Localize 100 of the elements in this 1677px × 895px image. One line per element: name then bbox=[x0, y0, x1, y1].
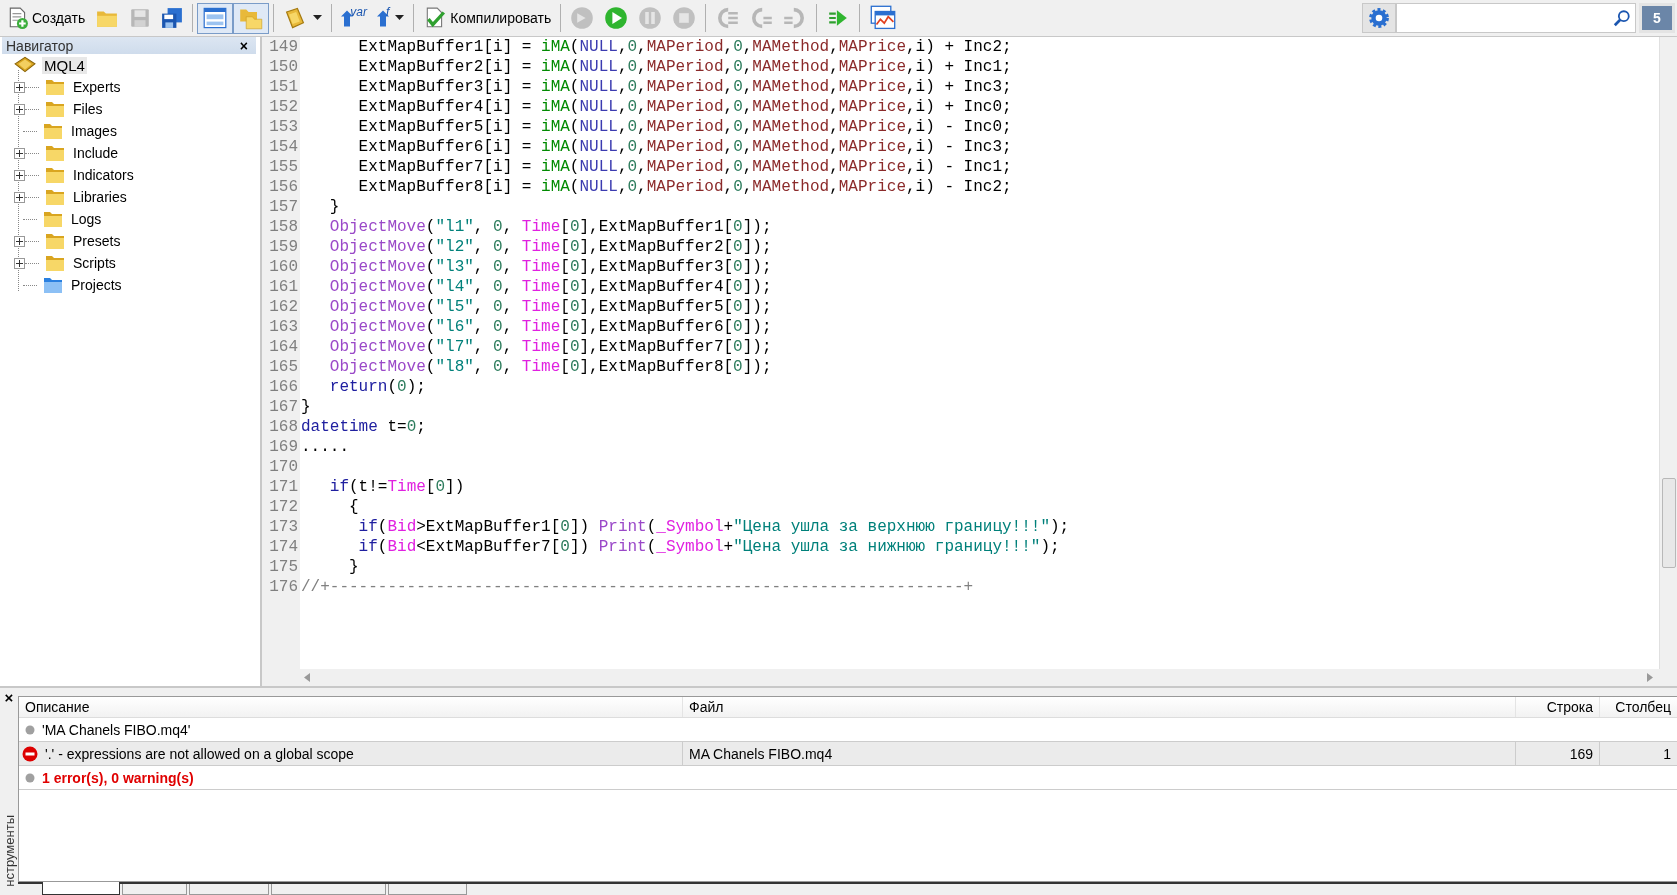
line-number: 174 bbox=[268, 537, 299, 557]
toolbar-button[interactable]: f bbox=[371, 2, 410, 34]
expand-icon[interactable] bbox=[14, 257, 25, 269]
arrow-icon bbox=[376, 9, 389, 27]
folder-icon bbox=[43, 143, 67, 163]
floppy-disks-icon bbox=[161, 7, 184, 29]
expand-icon[interactable] bbox=[14, 169, 25, 181]
tree-item[interactable]: Projects bbox=[69, 277, 124, 293]
line-number: 176 bbox=[268, 577, 299, 597]
vertical-scrollbar[interactable] bbox=[1659, 37, 1677, 669]
close-button[interactable]: × bbox=[4, 689, 14, 706]
code-line: ObjectMove("l1", 0, Time[0],ExtMapBuffer1[0]); bbox=[328, 217, 773, 237]
line-number: 171 bbox=[268, 477, 299, 497]
panel-title[interactable]: нструменты bbox=[1, 815, 17, 887]
folder-icon bbox=[41, 121, 65, 141]
code-line: if(Bid<ExtMapBuffer7[0]) Print(_Symbol+"Цена ушла за нижнюю границу!!!"); bbox=[357, 537, 1061, 557]
folder-icon bbox=[43, 253, 67, 273]
expand-icon[interactable] bbox=[14, 147, 25, 159]
column-header[interactable]: Файл bbox=[682, 697, 1515, 717]
code-line: } bbox=[328, 197, 341, 217]
folder-icon bbox=[43, 165, 67, 185]
horizontal-scrollbar[interactable] bbox=[262, 669, 1659, 686]
close-button[interactable]: × bbox=[235, 37, 252, 54]
scrollbar-thumb[interactable] bbox=[1661, 478, 1676, 568]
table-cell: 1 bbox=[1599, 742, 1677, 765]
code-line: ObjectMove("l2", 0, Time[0],ExtMapBuffer2[0]); bbox=[328, 237, 773, 257]
toolbar-button[interactable] bbox=[197, 2, 234, 34]
chart-window-icon bbox=[869, 5, 898, 31]
expand-icon[interactable] bbox=[14, 235, 25, 247]
line-number: 156 bbox=[268, 177, 299, 197]
code-line: ObjectMove("l6", 0, Time[0],ExtMapBuffer6[0]); bbox=[328, 317, 773, 337]
step-over-icon bbox=[749, 6, 774, 30]
code-line: ObjectMove("l5", 0, Time[0],ExtMapBuffer5[0]); bbox=[328, 297, 773, 317]
column-header[interactable]: Столбец bbox=[1599, 697, 1677, 717]
code-line: ExtMapBuffer6[i] = iMA(NULL,0,MAPeriod,0,MAMethod,MAPrice,i) - Inc3; bbox=[357, 137, 1013, 157]
message-text: 1 error(s), 0 warning(s) bbox=[42, 769, 194, 786]
line-number: 166 bbox=[268, 377, 299, 397]
table-cell: 169 bbox=[1515, 742, 1599, 765]
code-line: ExtMapBuffer3[i] = iMA(NULL,0,MAPeriod,0,MAMethod,MAPrice,i) + Inc3; bbox=[357, 77, 1013, 97]
code-line: ExtMapBuffer7[i] = iMA(NULL,0,MAPeriod,0,MAMethod,MAPrice,i) - Inc1; bbox=[357, 157, 1013, 177]
scroll-right-icon[interactable] bbox=[1647, 673, 1653, 682]
line-number: 173 bbox=[268, 517, 299, 537]
line-number: 167 bbox=[268, 397, 299, 417]
tab[interactable] bbox=[42, 882, 120, 895]
tree-item[interactable]: Include bbox=[71, 145, 121, 161]
settings-button[interactable] bbox=[1362, 3, 1396, 33]
toolbar-button[interactable]: var bbox=[336, 2, 372, 34]
line-number: 155 bbox=[268, 157, 299, 177]
folder-icon bbox=[43, 231, 67, 251]
play-icon bbox=[604, 6, 629, 30]
search-field[interactable] bbox=[1396, 3, 1636, 33]
tree-item[interactable]: Scripts bbox=[71, 255, 118, 271]
messages-button[interactable]: 5 bbox=[1639, 3, 1675, 33]
tree-item[interactable]: Indicators bbox=[71, 167, 136, 183]
code-line: datetime t=0; bbox=[301, 417, 427, 437]
line-number: 160 bbox=[268, 257, 299, 277]
expand-icon[interactable] bbox=[14, 81, 25, 93]
line-number: 165 bbox=[268, 357, 299, 377]
line-number: 164 bbox=[268, 337, 299, 357]
code-line: if(Bid>ExtMapBuffer1[0]) Print(_Symbol+"Цена ушла за верхнюю границу!!!"); bbox=[357, 517, 1071, 537]
tree-item[interactable]: Libraries bbox=[71, 189, 129, 205]
status-dot-icon bbox=[25, 772, 35, 783]
code-line: ..... bbox=[301, 437, 350, 457]
code-line: ObjectMove("l8", 0, Time[0],ExtMapBuffer8[0]); bbox=[328, 357, 773, 377]
line-number: 162 bbox=[268, 297, 299, 317]
tree-item[interactable]: Images bbox=[69, 123, 119, 139]
column-header[interactable]: Описание bbox=[19, 697, 682, 717]
tree-item[interactable]: Logs bbox=[69, 211, 104, 227]
pause-icon bbox=[638, 6, 663, 30]
expand-icon[interactable] bbox=[14, 103, 25, 115]
compile-button[interactable]: Компилировать bbox=[418, 2, 557, 34]
code-line: ExtMapBuffer8[i] = iMA(NULL,0,MAPeriod,0,MAMethod,MAPrice,i) - Inc2; bbox=[357, 177, 1013, 197]
tree-item[interactable]: Experts bbox=[71, 79, 123, 95]
scroll-left-icon[interactable] bbox=[304, 673, 310, 682]
code-line: ExtMapBuffer5[i] = iMA(NULL,0,MAPeriod,0,MAMethod,MAPrice,i) - Inc0; bbox=[357, 117, 1013, 137]
window-layout-icon bbox=[202, 6, 229, 30]
caret-icon bbox=[395, 15, 405, 21]
tree-item[interactable]: MQL4 bbox=[42, 56, 87, 74]
line-number: 170 bbox=[268, 457, 299, 477]
folder-icon bbox=[43, 77, 67, 97]
panel-title: Навигатор bbox=[6, 37, 74, 54]
code-line: //+------------------------------------------------------------------+ bbox=[301, 577, 975, 597]
folder-icon bbox=[41, 209, 65, 229]
expand-icon[interactable] bbox=[14, 191, 25, 203]
line-number: 159 bbox=[268, 237, 299, 257]
caret-icon bbox=[313, 15, 323, 21]
line-number: 172 bbox=[268, 497, 299, 517]
line-number: 151 bbox=[268, 77, 299, 97]
new-document-icon bbox=[7, 7, 29, 29]
code-line: { bbox=[348, 497, 360, 517]
code-line: ExtMapBuffer2[i] = iMA(NULL,0,MAPeriod,0,MAMethod,MAPrice,i) + Inc1; bbox=[357, 57, 1013, 77]
tree-item[interactable]: Files bbox=[71, 101, 105, 117]
line-number: 161 bbox=[268, 277, 299, 297]
code-line: return(0); bbox=[328, 377, 427, 397]
code-line: ObjectMove("l7", 0, Time[0],ExtMapBuffer7[0]); bbox=[328, 337, 773, 357]
create-button[interactable]: Создать bbox=[2, 2, 91, 34]
tree-item[interactable]: Presets bbox=[71, 233, 123, 249]
line-number: 163 bbox=[268, 317, 299, 337]
column-header[interactable]: Строка bbox=[1515, 697, 1599, 717]
line-number: 153 bbox=[268, 117, 299, 137]
